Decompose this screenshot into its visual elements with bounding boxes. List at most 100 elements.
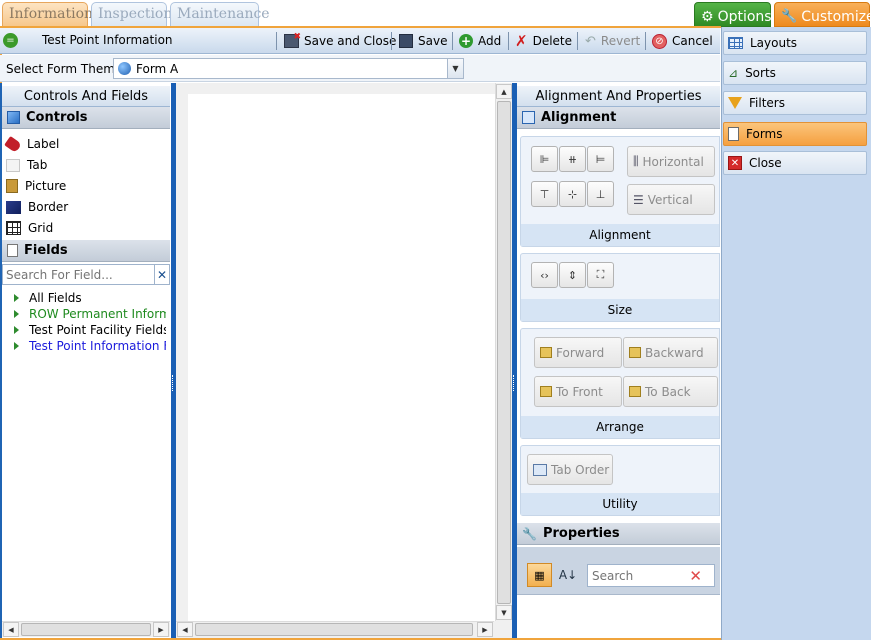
align-top-button[interactable]: ⊤ xyxy=(531,181,558,207)
scroll-thumb[interactable] xyxy=(195,623,473,636)
sort-alpha-icon[interactable]: A↓ xyxy=(556,563,580,587)
vertical-button[interactable]: ☰ Vertical xyxy=(627,184,715,215)
wrench-icon: 🔧 xyxy=(522,526,537,541)
save-button[interactable]: Save xyxy=(399,32,447,50)
properties-search-box: ✕ xyxy=(587,564,715,587)
control-label[interactable]: Label xyxy=(4,134,59,154)
collapse-icon[interactable]: = xyxy=(3,33,18,48)
add-button[interactable]: + Add xyxy=(459,32,501,50)
to-back-button[interactable]: To Back xyxy=(623,376,718,407)
options-tab[interactable]: ⚙ Options xyxy=(694,2,772,27)
delete-label: Delete xyxy=(532,34,573,48)
same-size-button[interactable]: ⛶ xyxy=(587,262,614,288)
utility-group-label: Utility xyxy=(521,493,719,515)
floppy-icon xyxy=(399,34,413,48)
field-search-box: ✕ xyxy=(2,264,170,285)
alignment-section-header: Alignment xyxy=(517,107,720,129)
same-height-button[interactable]: ⇕ xyxy=(559,262,586,288)
forward-label: Forward xyxy=(556,345,605,360)
splitter-grip-icon[interactable] xyxy=(172,375,175,391)
menu-sorts[interactable]: ⊿ Sorts xyxy=(723,61,867,85)
control-grid[interactable]: Grid xyxy=(6,218,53,238)
align-middle-button[interactable]: ⊹ xyxy=(559,181,586,207)
control-picture-text: Picture xyxy=(25,179,67,193)
x-icon: ✗ xyxy=(515,32,528,50)
scroll-thumb[interactable] xyxy=(497,101,511,604)
control-picture[interactable]: Picture xyxy=(6,176,66,196)
field-row-permanent[interactable]: ROW Permanent Information Fields xyxy=(14,306,166,322)
scroll-right-button[interactable]: ▶ xyxy=(477,622,493,637)
align-bottom-button[interactable]: ⊥ xyxy=(587,181,614,207)
add-label: Add xyxy=(478,34,502,48)
scroll-left-button[interactable]: ◀ xyxy=(3,622,19,637)
tab-order-label: Tab Order xyxy=(551,462,610,477)
expand-icon[interactable] xyxy=(14,342,19,350)
revert-button[interactable]: ↶ Revert xyxy=(585,32,640,50)
align-center-button[interactable]: ⧺ xyxy=(559,146,586,172)
toolbar-separator xyxy=(645,32,646,50)
scroll-left-button[interactable]: ◀ xyxy=(177,622,193,637)
side-menu xyxy=(721,27,871,640)
tab-order-button[interactable]: Tab Order xyxy=(527,454,613,485)
horizontal-button[interactable]: ⫼ Horizontal xyxy=(627,146,715,177)
plus-circle-icon: + xyxy=(459,34,473,48)
options-label: Options xyxy=(717,8,772,25)
control-grid-text: Grid xyxy=(28,221,54,235)
wrench-icon: 🔧 xyxy=(781,9,798,24)
properties-search-input[interactable] xyxy=(588,565,683,586)
forward-button[interactable]: Forward xyxy=(534,337,622,368)
clear-search-icon[interactable]: ✕ xyxy=(154,265,169,284)
control-border-text: Border xyxy=(28,200,69,214)
cancel-label: Cancel xyxy=(672,34,713,48)
field-facility[interactable]: Test Point Facility Fields xyxy=(14,322,166,338)
scroll-up-button[interactable]: ▲ xyxy=(496,84,512,99)
align-right-button[interactable]: ⊨ xyxy=(587,146,614,172)
cancel-button[interactable]: ⊘ Cancel xyxy=(652,32,713,50)
menu-filters[interactable]: Filters xyxy=(723,91,867,115)
properties-header-label: Properties xyxy=(542,526,620,541)
close-icon: ✕ xyxy=(728,156,742,170)
tab-inspection[interactable]: Inspection xyxy=(91,2,172,27)
expand-icon[interactable] xyxy=(14,294,19,302)
to-front-button[interactable]: To Front xyxy=(534,376,622,407)
field-search-input[interactable] xyxy=(3,265,155,284)
theme-select[interactable]: Form A ▼ xyxy=(113,58,464,79)
backward-button[interactable]: Backward xyxy=(623,337,718,368)
control-border[interactable]: Border xyxy=(6,197,68,217)
menu-forms[interactable]: Forms xyxy=(723,122,867,146)
delete-button[interactable]: ✗ Delete xyxy=(515,32,572,50)
expand-icon[interactable] xyxy=(14,326,19,334)
splitter-grip-icon[interactable] xyxy=(513,375,516,391)
gear-icon: ⚙ xyxy=(701,8,714,25)
grid-icon xyxy=(6,221,21,235)
customize-tab[interactable]: 🔧 Customize xyxy=(774,2,871,27)
expand-icon[interactable] xyxy=(14,310,19,318)
chevron-down-icon[interactable]: ▼ xyxy=(447,59,463,78)
field-label: ROW Permanent Information Fields xyxy=(29,307,166,321)
scroll-thumb[interactable] xyxy=(21,623,151,636)
menu-layouts[interactable]: Layouts xyxy=(723,31,867,55)
same-width-button[interactable]: ‹› xyxy=(531,262,558,288)
scroll-right-button[interactable]: ▶ xyxy=(153,622,169,637)
clear-search-icon[interactable]: ✕ xyxy=(689,567,702,585)
categorized-view-button[interactable]: ▦ xyxy=(527,563,552,587)
toolbar: = Test Point Information ✖ Save and Clos… xyxy=(0,28,720,54)
toolbar-separator xyxy=(391,32,392,50)
field-information[interactable]: Test Point Information Fields xyxy=(14,338,166,354)
save-close-button[interactable]: ✖ Save and Close xyxy=(284,32,396,50)
cancel-icon: ⊘ xyxy=(652,33,667,49)
form-canvas[interactable] xyxy=(188,94,495,621)
control-tab-text: Tab xyxy=(27,158,48,172)
left-hscrollbar[interactable]: ◀ ▶ xyxy=(2,621,170,637)
scroll-down-button[interactable]: ▼ xyxy=(496,605,512,620)
revert-icon: ↶ xyxy=(585,33,596,49)
vertical-label: Vertical xyxy=(647,192,693,207)
menu-close[interactable]: ✕ Close xyxy=(723,151,867,175)
canvas-vscrollbar[interactable]: ▲ ▼ xyxy=(495,83,512,621)
tab-maintenance[interactable]: Maintenance xyxy=(170,2,270,27)
align-left-button[interactable]: ⊫ xyxy=(531,146,558,172)
field-all-fields[interactable]: All Fields xyxy=(14,290,166,306)
tab-information[interactable]: Information xyxy=(2,2,93,27)
control-tab[interactable]: Tab xyxy=(6,155,47,175)
canvas-hscrollbar[interactable]: ◀ ▶ xyxy=(176,621,494,637)
